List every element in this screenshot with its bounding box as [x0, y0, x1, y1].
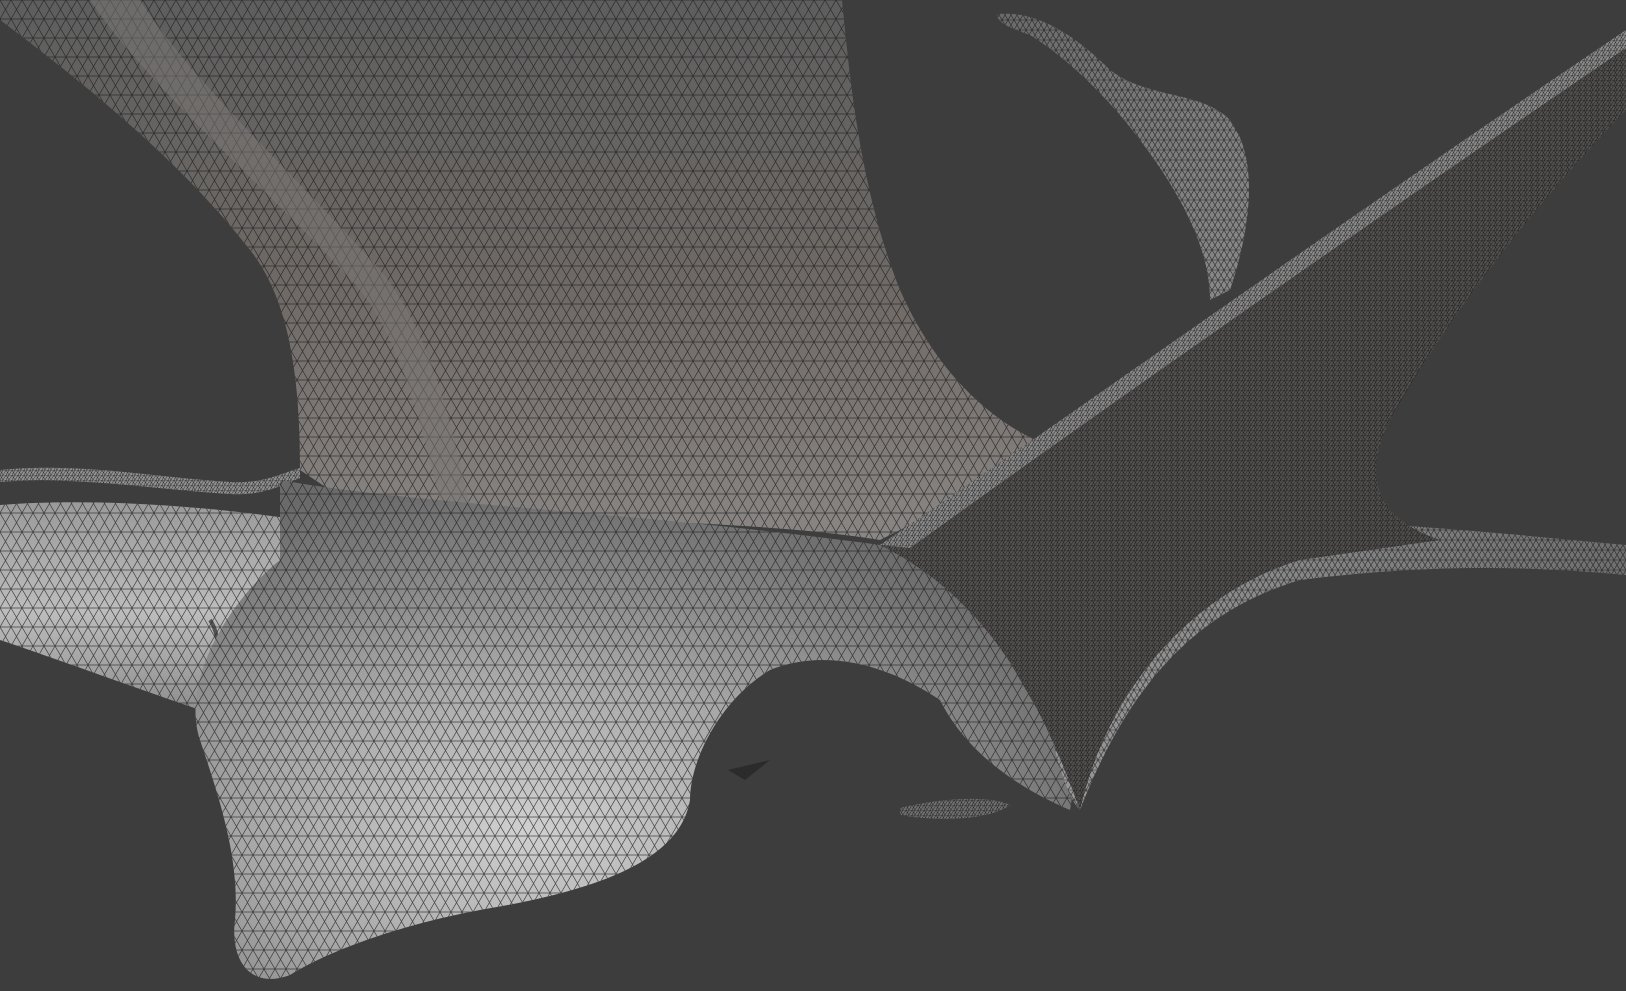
viewport-canvas[interactable] [0, 0, 1626, 991]
mesh-small-fin [728, 760, 1010, 819]
mesh-hook [997, 13, 1249, 301]
mesh-cable [0, 467, 300, 495]
3d-viewport[interactable] [0, 0, 1626, 991]
mesh-upper-trunk [0, 0, 1060, 540]
